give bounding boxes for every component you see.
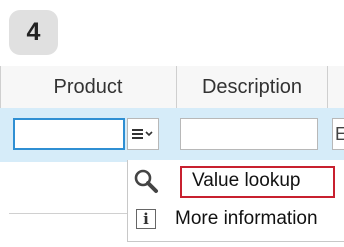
menu-item-label: More information xyxy=(175,208,318,229)
column-header-description[interactable]: Description xyxy=(177,66,327,108)
menu-item-value-lookup[interactable]: Value lookup xyxy=(128,163,344,199)
table-header-row: Product Description xyxy=(0,66,344,108)
table-row-divider xyxy=(9,213,127,214)
info-icon: i xyxy=(128,201,164,237)
description-input[interactable] xyxy=(180,118,318,150)
list-chevron-icon xyxy=(132,129,153,139)
field-context-menu: Value lookup i More information xyxy=(127,160,344,242)
step-number-badge: 4 xyxy=(9,10,58,55)
next-column-input[interactable]: E xyxy=(332,118,344,150)
menu-item-label: Value lookup xyxy=(192,170,301,191)
column-header-product[interactable]: Product xyxy=(0,66,176,108)
menu-item-more-information[interactable]: i More information xyxy=(128,201,344,237)
product-input[interactable] xyxy=(13,118,125,150)
selected-table-row: E xyxy=(0,108,344,162)
magnifier-icon xyxy=(128,163,164,199)
field-menu-button[interactable] xyxy=(127,118,159,150)
column-separator xyxy=(327,66,328,108)
